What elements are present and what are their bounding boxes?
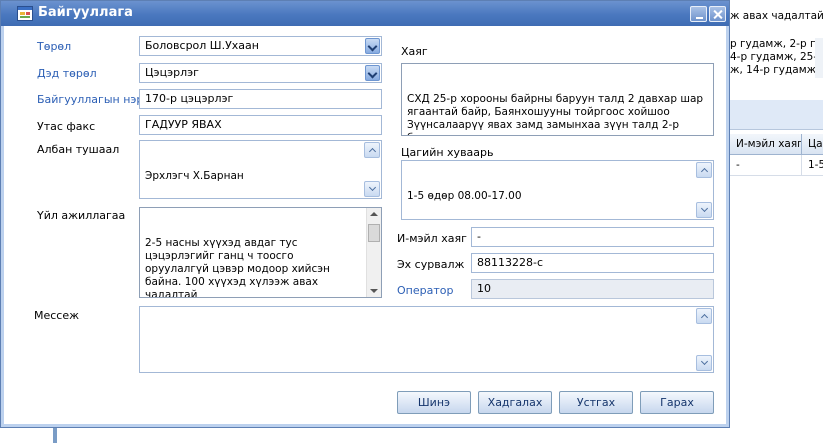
bg-separator	[720, 100, 823, 130]
bg-splitter	[53, 428, 57, 443]
subtype-value: Цэцэрлэг	[145, 66, 199, 79]
type-value: Боловсрол Ш.Ухаан	[145, 39, 259, 52]
subtype-combobox[interactable]: Цэцэрлэг	[139, 63, 382, 83]
bg-text-line: р гудамж, 2-р гу	[730, 38, 822, 50]
save-button[interactable]: Хадгалах	[478, 391, 552, 414]
message-scrollbar[interactable]	[696, 308, 712, 371]
org-name-label: Байгууллагын нэр	[37, 93, 144, 106]
activity-scrollbar[interactable]	[366, 208, 381, 297]
phone-fax-label: Утас факс	[37, 120, 96, 133]
scroll-up-icon[interactable]	[696, 308, 712, 324]
address-textarea[interactable]: СХД 25-р хорооны байрны баруун талд 2 да…	[401, 63, 714, 136]
bg-grid-cell: 1-5	[802, 155, 823, 176]
bg-grid-header-schedule[interactable]: Цаг	[802, 134, 823, 155]
schedule-value: 1-5 өдөр 08.00-17.00	[407, 190, 522, 202]
bg-grid-row[interactable]: - 1-5	[720, 155, 823, 176]
position-scrollbar[interactable]	[364, 142, 380, 197]
scroll-down-icon[interactable]	[370, 289, 378, 293]
schedule-textarea[interactable]: 1-5 өдөр 08.00-17.00	[401, 160, 714, 220]
email-label: И-мэйл хаяг	[397, 232, 467, 245]
scroll-up-icon[interactable]	[696, 162, 712, 178]
delete-button[interactable]: Устгах	[559, 391, 633, 414]
scroll-down-icon[interactable]	[364, 181, 380, 197]
bg-text-line: ж, 14-р гудамж, 15	[730, 64, 823, 76]
schedule-label: Цагийн хуваарь	[401, 146, 494, 159]
bg-scrollbar	[815, 38, 823, 78]
scroll-thumb[interactable]	[368, 224, 380, 242]
message-textarea[interactable]	[139, 306, 714, 373]
activity-textarea[interactable]: 2-5 насны хүүхэд авдаг тус цэцэрлэгийг г…	[139, 207, 382, 298]
close-button[interactable]	[709, 6, 726, 22]
scroll-up-icon[interactable]	[364, 142, 380, 158]
scroll-up-icon[interactable]	[370, 212, 378, 216]
phone-fax-field[interactable]: ГАДУУР ЯВАХ	[139, 115, 382, 135]
scroll-down-icon[interactable]	[696, 355, 712, 371]
title-bar[interactable]: Байгууллага	[1, 1, 729, 26]
bg-grid-cell: -	[730, 155, 802, 176]
activity-label: Үйл ажиллагаа	[37, 209, 126, 222]
organization-dialog: Байгууллага Төрөл Боловсрол Ш.Ухаан Дэд …	[0, 0, 730, 428]
activity-value: 2-5 насны хүүхэд авдаг тус цэцэрлэгийг г…	[145, 237, 330, 298]
bg-text-line: 4-р гудамж, 25-р	[730, 51, 823, 63]
bg-text-line: ж авах чадалтай	[730, 10, 823, 22]
type-label: Төрөл	[37, 40, 72, 53]
bg-grid-header: И-мэйл хаяг Цаг	[720, 134, 823, 155]
message-label: Мессеж	[34, 309, 80, 322]
form-body: Төрөл Боловсрол Ш.Ухаан Дэд төрөл Цэцэрл…	[4, 26, 726, 424]
chevron-down-icon[interactable]	[365, 65, 380, 81]
exit-button[interactable]: Гарах	[640, 391, 714, 414]
operator-label: Оператор	[397, 284, 454, 297]
source-label: Эх сурвалж	[397, 258, 465, 271]
address-value: СХД 25-р хорооны байрны баруун талд 2 да…	[407, 93, 704, 135]
type-combobox[interactable]: Боловсрол Ш.Ухаан	[139, 36, 382, 56]
new-button[interactable]: Шинэ	[397, 391, 471, 414]
chevron-down-icon[interactable]	[365, 38, 380, 54]
address-label: Хаяг	[401, 45, 428, 58]
operator-field: 10	[471, 279, 714, 299]
email-field[interactable]: -	[471, 227, 714, 247]
position-label: Албан тушаал	[37, 143, 120, 156]
form-icon	[17, 6, 33, 21]
bg-grid-header-email[interactable]: И-мэйл хаяг	[730, 134, 802, 155]
position-textarea[interactable]: Эрхлэгч Х.Барнан	[139, 140, 382, 199]
scroll-down-icon[interactable]	[696, 202, 712, 218]
source-field[interactable]: 88113228-с	[471, 253, 714, 273]
window-title: Байгууллага	[38, 5, 133, 20]
org-name-field[interactable]: 170-р цэцэрлэг	[139, 89, 382, 109]
subtype-label: Дэд төрөл	[37, 67, 97, 80]
position-value: Эрхлэгч Х.Барнан	[145, 170, 244, 182]
schedule-scrollbar[interactable]	[696, 162, 712, 218]
minimize-button[interactable]	[690, 6, 707, 22]
background-window: ж авах чадалтай р гудамж, 2-р гу 4-р гуд…	[720, 0, 823, 443]
